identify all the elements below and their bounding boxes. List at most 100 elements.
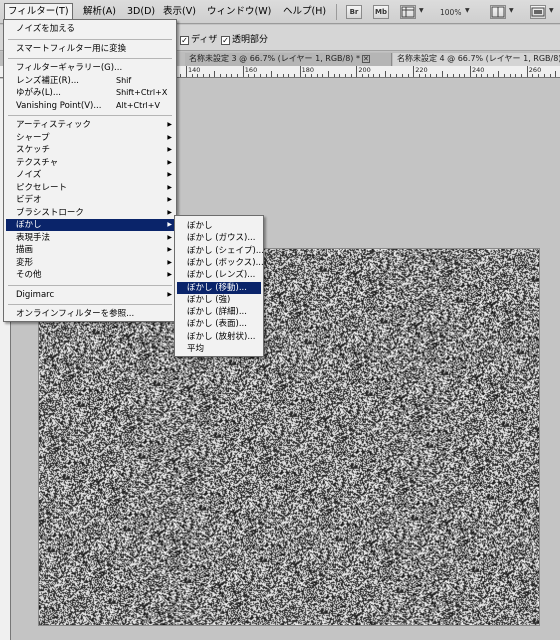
submenu-arrow-icon: ▶ — [167, 158, 172, 166]
submenu-arrow-icon: ▶ — [167, 196, 172, 203]
dither-option[interactable]: ✓ ディザ — [180, 32, 217, 45]
ruler-tick — [180, 74, 181, 77]
ruler-tick — [271, 71, 272, 77]
filter-menu-item[interactable]: 描画 ▶ — [6, 244, 174, 256]
blur-menu-item[interactable]: ぼかし (詳細)... — [177, 306, 261, 318]
ruler-tick — [430, 74, 431, 77]
chevron-down-icon[interactable]: ▼ — [465, 7, 470, 14]
ruler-tick — [419, 74, 420, 77]
ruler-tick — [203, 74, 204, 77]
filter-menu-item[interactable]: スマートフィルター用に変換 — [6, 43, 174, 55]
submenu-arrow-icon: ▶ — [167, 271, 172, 278]
blur-menu-item[interactable]: ぼかし (レンズ)... — [177, 269, 261, 281]
document-tab-2[interactable]: 名称未設定 4 @ 66.7% (レイヤー 1, RGB/8) — [393, 53, 560, 66]
ruler-label: 200 — [358, 66, 371, 74]
ruler-tick — [260, 74, 261, 77]
ruler-tick — [305, 74, 306, 77]
filter-menu-item[interactable]: Digimarc ▶ — [6, 289, 174, 301]
bridge-button[interactable]: Br — [346, 5, 362, 19]
filter-menu-item[interactable]: ぼかし ▶ — [6, 219, 174, 231]
filter-menu-item[interactable]: レンズ補正(R)... Shif — [6, 75, 174, 87]
filter-menu-item[interactable]: その他 ▶ — [6, 269, 174, 281]
zoom-level[interactable]: 100% — [440, 8, 461, 17]
blur-submenu: ぼかし ぼかし (ガウス)... ぼかし (シェイプ)... ぼかし (ボックス)..… — [174, 215, 264, 357]
blur-menu-item[interactable]: 平均 — [177, 343, 261, 355]
blur-menu-item[interactable]: ぼかし (ボックス)... — [177, 257, 264, 269]
menu-item-label: テクスチャ — [16, 157, 59, 168]
menu-help[interactable]: ヘルプ(H) — [280, 4, 329, 21]
filter-menu-item[interactable]: スケッチ ▶ — [6, 144, 174, 156]
view-extras-button[interactable] — [400, 5, 416, 19]
submenu-arrow-icon: ▶ — [167, 171, 172, 178]
ruler-tick — [231, 74, 232, 77]
filter-menu-item[interactable]: フィルターギャラリー(G)... — [6, 62, 174, 74]
ruler-tick — [481, 74, 482, 77]
blur-menu-item[interactable]: ぼかし (移動)... — [177, 281, 261, 294]
close-icon[interactable]: ✕ — [361, 55, 370, 63]
submenu-arrow-icon: ▶ — [167, 246, 172, 253]
ruler-tick — [214, 71, 215, 77]
ruler-tick — [345, 74, 346, 77]
blur-menu-item[interactable]: ぼかし (ガウス)... — [177, 232, 261, 244]
filter-menu-item[interactable]: オンラインフィルターを参照... — [6, 308, 174, 320]
filter-menu-item[interactable]: ゆがみ(L)... Shift+Ctrl+X — [6, 87, 174, 99]
filter-menu-item[interactable]: ビデオ ▶ — [6, 194, 174, 206]
screen-mode-button[interactable] — [530, 5, 546, 19]
filter-menu-item[interactable]: アーティスティック ▶ — [6, 119, 174, 131]
submenu-arrow-icon: ▶ — [167, 121, 172, 128]
filter-menu-item[interactable]: ブラシストローク ▶ — [6, 207, 174, 219]
ruler-tick — [425, 74, 426, 77]
ruler-tick — [288, 74, 289, 77]
ruler-tick — [220, 74, 221, 77]
blur-menu-item[interactable]: ぼかし (表面)... — [177, 318, 261, 330]
menu-item-label: レンズ補正(R)... — [16, 75, 79, 86]
ruler-tick — [254, 74, 255, 77]
ruler-tick — [544, 74, 545, 77]
menu-item-label: 表現手法 — [16, 232, 51, 243]
chevron-down-icon[interactable]: ▼ — [419, 7, 424, 14]
ruler-tick — [413, 66, 414, 77]
ruler-tick — [504, 74, 505, 77]
blur-menu-item[interactable]: ぼかし (強) — [177, 294, 261, 306]
minibridge-button[interactable]: Mb — [373, 5, 389, 19]
blur-menu-item[interactable]: ぼかし (シェイプ)... — [177, 245, 264, 257]
submenu-arrow-icon: ▶ — [167, 183, 172, 191]
blur-menu-item[interactable]: ぼかし — [177, 220, 261, 232]
ruler-tick — [368, 74, 369, 77]
ruler-label: 260 — [528, 66, 542, 74]
ruler-tick — [532, 74, 533, 77]
menu-window[interactable]: ウィンドウ(W) — [204, 4, 274, 21]
ruler-tick — [515, 74, 516, 77]
checkbox-checked-icon[interactable]: ✓ — [180, 36, 189, 45]
checkbox-checked-icon[interactable]: ✓ — [221, 36, 230, 45]
filter-menu-item[interactable]: ノイズを加える — [6, 23, 174, 35]
chevron-down-icon[interactable]: ▼ — [549, 7, 554, 14]
filter-menu-item[interactable]: Vanishing Point(V)... Alt+Ctrl+V — [6, 100, 174, 112]
filter-menu-item[interactable]: ピクセレート ▶ — [6, 182, 174, 194]
menu-item-label: 描画 — [16, 245, 34, 255]
menu-item-label: Digimarc — [16, 289, 55, 300]
menu-separator — [8, 115, 172, 116]
filter-menu-item[interactable]: ノイズ ▶ — [6, 169, 174, 181]
filter-menu-item[interactable]: シャープ ▶ — [6, 132, 174, 144]
filter-menu-item[interactable]: 表現手法 ▶ — [6, 232, 174, 244]
chevron-down-icon[interactable]: ▼ — [509, 7, 514, 14]
filter-menu-item[interactable]: 変形 ▶ — [6, 257, 174, 269]
menu-item-label: フィルターギャラリー(G)... — [16, 63, 123, 73]
arrange-documents-button[interactable] — [490, 5, 506, 19]
dither-label: ディザ — [191, 35, 218, 45]
submenu-arrow-icon: ▶ — [167, 146, 172, 153]
tab-title: 名称未設定 4 @ 66.7% (レイヤー 1, RGB/8) — [397, 54, 560, 63]
layout-icon — [491, 6, 505, 18]
ruler-tick — [277, 74, 278, 77]
document-tab-1[interactable]: 名称未設定 3 @ 66.7% (レイヤー 1, RGB/8) * ✕ — [185, 53, 392, 66]
filter-menu-item[interactable]: テクスチャ ▶ — [6, 157, 174, 169]
blur-menu-item[interactable]: ぼかし (放射状)... — [177, 331, 261, 343]
menu-shortcut: Alt+Ctrl+V — [116, 100, 160, 110]
transparency-option[interactable]: ✓ 透明部分 — [221, 32, 268, 45]
menu-shortcut: Shif — [116, 75, 132, 85]
transparency-label: 透明部分 — [232, 35, 269, 45]
ruler-tick — [300, 66, 301, 77]
ruler-tick — [493, 74, 494, 77]
ruler-tick — [510, 74, 511, 77]
